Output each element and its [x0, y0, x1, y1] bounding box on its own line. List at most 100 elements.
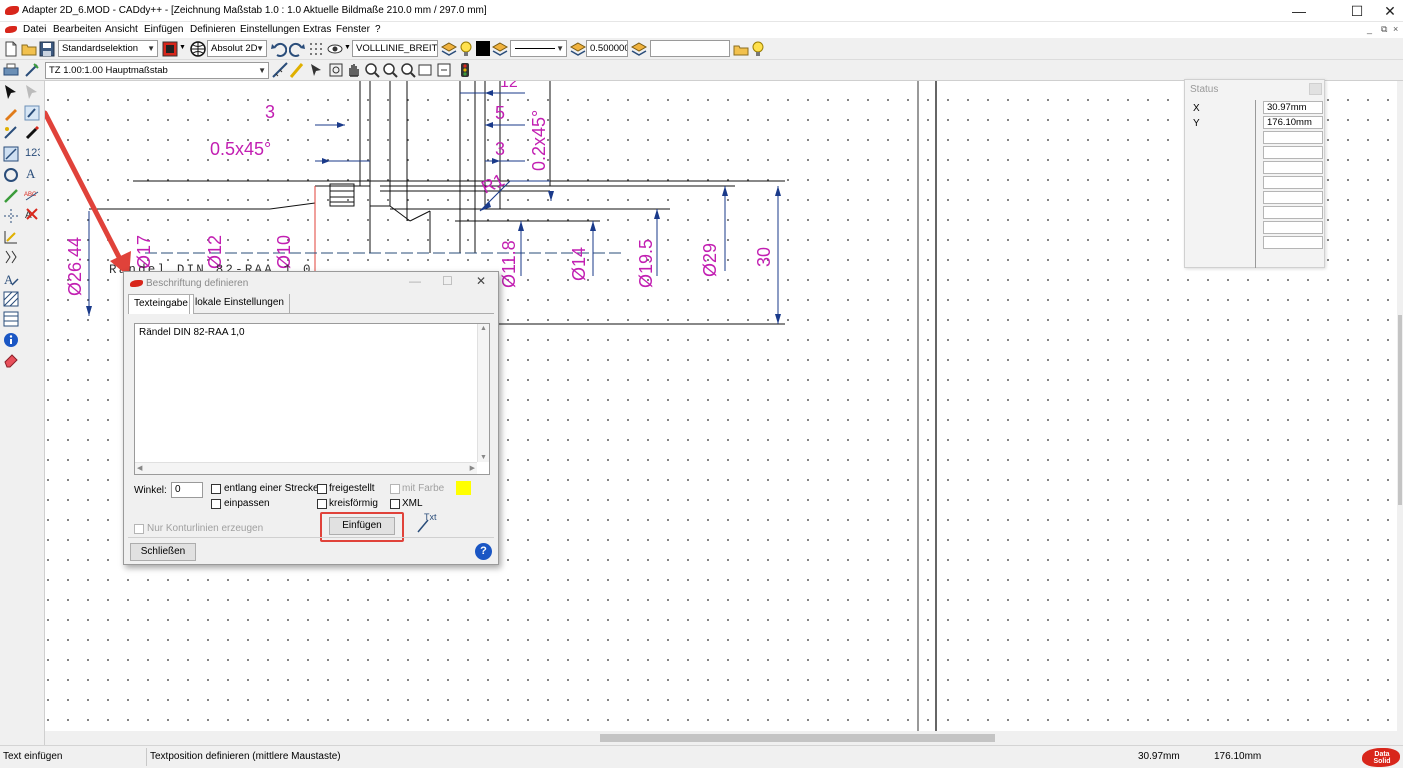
- chevron-right-icon[interactable]: ▶: [470, 464, 475, 472]
- color-swatch[interactable]: [456, 481, 471, 495]
- info-icon[interactable]: [3, 332, 19, 348]
- scale-edit-icon[interactable]: [24, 62, 40, 78]
- label-text-input[interactable]: Rändel DIN 82-RAA 1,0 ▲ ▼ ◀ ▶: [134, 323, 490, 475]
- modify-icon[interactable]: [3, 125, 19, 141]
- scale-select[interactable]: TZ 1.00:1.00 Hauptmaßstab ▼: [45, 62, 269, 79]
- dotted-line-icon[interactable]: [3, 208, 19, 224]
- hatch-icon[interactable]: [3, 291, 19, 307]
- menu-bearbeiten[interactable]: Bearbeiten: [53, 24, 101, 35]
- pencil-draw-icon[interactable]: [3, 105, 19, 121]
- redraw-icon[interactable]: [436, 62, 452, 78]
- angle-input[interactable]: 0: [171, 482, 203, 498]
- dialog-maximize-button[interactable]: ☐: [442, 274, 453, 288]
- minimize-button[interactable]: —: [1282, 0, 1316, 22]
- exempt-checkbox[interactable]: [317, 484, 327, 494]
- zoom-window-icon[interactable]: [328, 62, 344, 78]
- menu-definieren[interactable]: Definieren: [190, 24, 236, 35]
- measure-icon[interactable]: [272, 62, 288, 78]
- pattern-icon[interactable]: [3, 311, 19, 327]
- save-icon[interactable]: [39, 41, 55, 57]
- layer-stack-icon[interactable]: [441, 41, 457, 57]
- chevron-down-icon[interactable]: ▼: [480, 454, 487, 461]
- delete-text-icon[interactable]: A: [24, 206, 40, 222]
- xml-checkbox[interactable]: [390, 499, 400, 509]
- mdi-restore-button[interactable]: ⧉: [1381, 24, 1387, 35]
- status-panel-close-button[interactable]: [1309, 83, 1322, 95]
- text-tool-icon[interactable]: A: [3, 271, 19, 287]
- view-eye-icon[interactable]: [327, 41, 343, 57]
- dimension-icon[interactable]: [3, 146, 19, 162]
- select-filter-icon[interactable]: [162, 41, 178, 57]
- snap-icon[interactable]: [3, 229, 19, 245]
- dialog-minimize-button[interactable]: —: [409, 274, 421, 288]
- zoom-in-icon[interactable]: [364, 62, 380, 78]
- chevron-up-icon[interactable]: ▲: [480, 325, 487, 332]
- dialog-close-button[interactable]: ✕: [476, 274, 486, 288]
- line-tool-icon[interactable]: [3, 188, 19, 204]
- line-width-field[interactable]: 0.500000: [586, 40, 628, 57]
- select-arrow-disabled-icon[interactable]: [24, 84, 40, 100]
- layer-stack-icon[interactable]: [492, 41, 508, 57]
- text-edit-icon[interactable]: [24, 105, 40, 121]
- open-folder-icon[interactable]: [21, 41, 37, 57]
- horizontal-scrollbar[interactable]: [45, 731, 1397, 745]
- pen-red-icon[interactable]: [24, 125, 40, 141]
- menu-datei[interactable]: Datei: [23, 24, 46, 35]
- tab-lokale-einstellungen[interactable]: lokale Einstellungen: [189, 294, 290, 314]
- with-color-checkbox[interactable]: [390, 484, 400, 494]
- contour-only-checkbox[interactable]: [134, 524, 144, 534]
- selection-mode-select[interactable]: Standardselektion ▼: [58, 40, 158, 57]
- lightbulb-icon[interactable]: [750, 41, 766, 57]
- textarea-hscrollbar[interactable]: ◀ ▶: [135, 462, 477, 474]
- zoom-all-icon[interactable]: [400, 62, 416, 78]
- printer-icon[interactable]: [3, 62, 19, 78]
- new-file-icon[interactable]: [3, 41, 19, 57]
- horizontal-scroll-thumb[interactable]: [600, 734, 995, 742]
- menu-ansicht[interactable]: Ansicht: [105, 24, 138, 35]
- menu-einfuegen[interactable]: Einfügen: [144, 24, 183, 35]
- layer-name-field[interactable]: VOLLLINIE_BREIT: [352, 40, 438, 57]
- select-arrow-icon[interactable]: [3, 84, 19, 100]
- line-type-select[interactable]: ▼: [510, 40, 567, 57]
- close-button[interactable]: ✕: [1373, 0, 1403, 22]
- pan-hand-icon[interactable]: [346, 62, 362, 78]
- circular-checkbox[interactable]: [317, 499, 327, 509]
- abc-text-icon[interactable]: ABC: [24, 186, 40, 202]
- redo-icon[interactable]: [289, 41, 305, 57]
- grid-icon[interactable]: [308, 41, 324, 57]
- textarea-vscrollbar[interactable]: ▲ ▼: [477, 324, 489, 462]
- rotate-icon[interactable]: [3, 167, 19, 183]
- close-dialog-button[interactable]: Schließen: [130, 543, 196, 561]
- zoom-previous-icon[interactable]: [418, 62, 434, 78]
- search-field[interactable]: [650, 40, 730, 57]
- chevron-down-icon[interactable]: ▼: [344, 44, 351, 51]
- insert-button[interactable]: Einfügen: [329, 517, 395, 535]
- highlight-icon[interactable]: [290, 62, 306, 78]
- color-black-swatch[interactable]: [476, 41, 490, 56]
- folder-lightbulb-icon[interactable]: [733, 41, 749, 57]
- maximize-button[interactable]: ☐: [1340, 0, 1374, 22]
- along-line-checkbox[interactable]: [211, 484, 221, 494]
- menu-logo-icon[interactable]: [5, 26, 17, 33]
- menu-extras[interactable]: Extras: [303, 24, 331, 35]
- traffic-light-icon[interactable]: [457, 62, 473, 78]
- eraser-icon[interactable]: [3, 352, 19, 368]
- help-icon[interactable]: ?: [475, 543, 492, 560]
- undo-icon[interactable]: [271, 41, 287, 57]
- chevron-left-icon[interactable]: ◀: [137, 464, 142, 472]
- symbol-icon[interactable]: [3, 249, 19, 265]
- lightbulb-icon[interactable]: [458, 41, 474, 57]
- mdi-close-button[interactable]: ×: [1393, 24, 1398, 34]
- layer-stack-icon[interactable]: [570, 41, 586, 57]
- cursor-icon[interactable]: [308, 62, 324, 78]
- chevron-down-icon[interactable]: ▼: [179, 44, 186, 51]
- coordinate-mode-select[interactable]: Absolut 2D ▼: [207, 40, 267, 57]
- tab-texteingabe[interactable]: Texteingabe: [128, 294, 194, 314]
- vertical-scroll-thumb[interactable]: [1398, 315, 1402, 505]
- menu-einstellungen[interactable]: Einstellungen: [240, 24, 300, 35]
- text-style-icon[interactable]: A: [24, 165, 40, 181]
- menu-help[interactable]: ?: [375, 24, 381, 35]
- fit-checkbox[interactable]: [211, 499, 221, 509]
- vertical-scrollbar[interactable]: [1397, 81, 1403, 745]
- mdi-minimize-button[interactable]: _: [1367, 24, 1372, 34]
